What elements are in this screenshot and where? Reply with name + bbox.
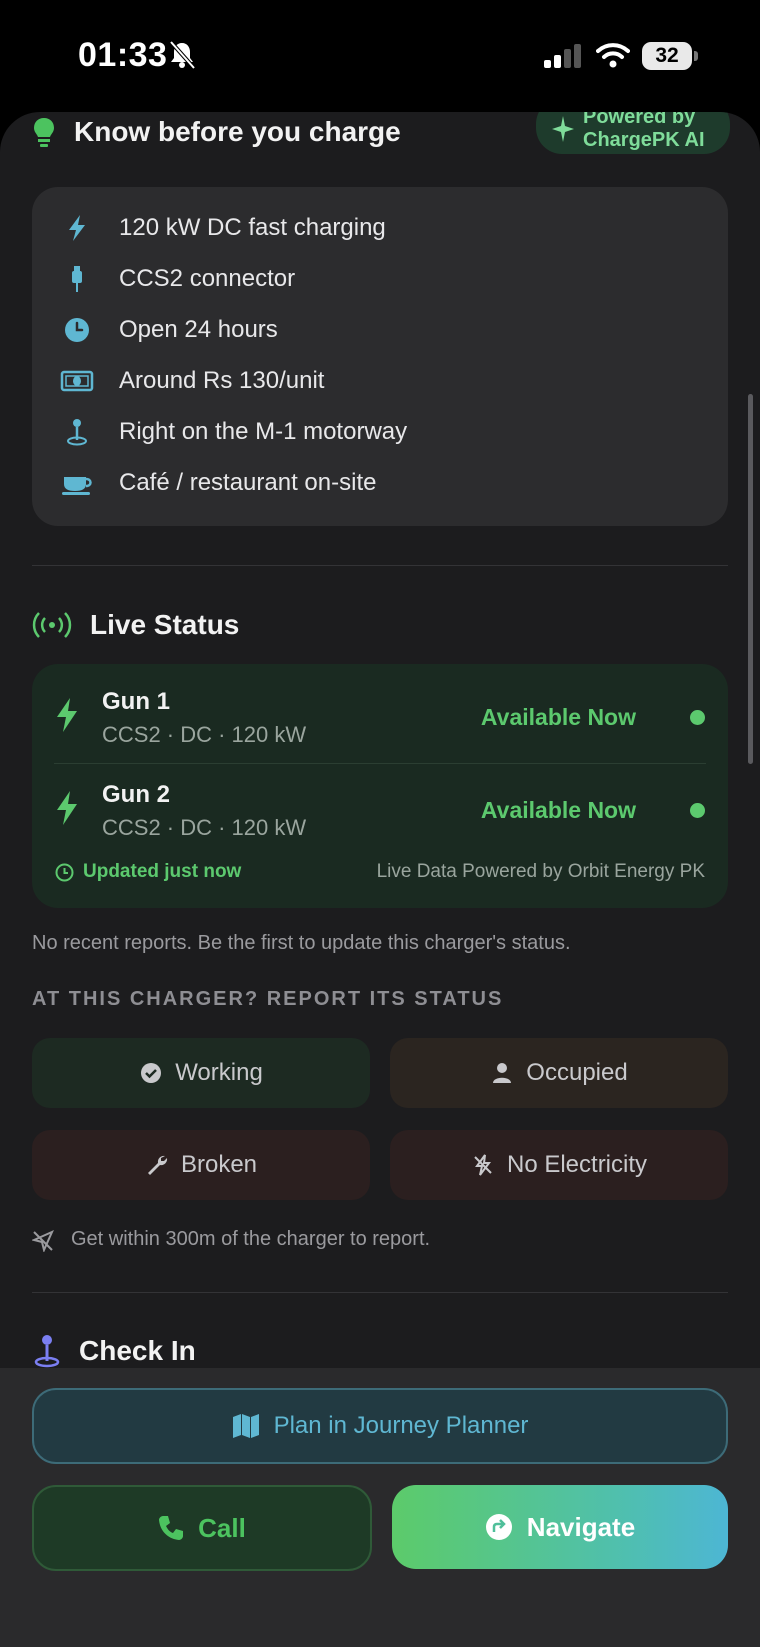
fact-text: Open 24 hours [119, 316, 278, 343]
gun-name: Gun 2 [102, 781, 171, 808]
person-icon [493, 1063, 512, 1083]
bolt-icon [69, 215, 85, 241]
location-slash-icon [32, 1230, 54, 1252]
fact-row-location: Right on the M-1 motorway [32, 412, 728, 452]
fact-text: CCS2 connector [119, 265, 296, 292]
coffee-cup-icon [62, 477, 92, 495]
clock-icon [65, 318, 89, 342]
plan-journey-button[interactable]: Plan in Journey Planner [32, 1388, 728, 1464]
lightbulb-icon [34, 118, 54, 147]
fact-row-connector: CCS2 connector [32, 259, 728, 299]
ai-badge-text: Powered by ChargePK AI [583, 112, 705, 152]
battery-tip [694, 51, 698, 61]
status-time: 01:33 [78, 36, 168, 74]
directions-icon [485, 1514, 512, 1540]
button-label: Working [175, 1059, 263, 1086]
fact-row-hours: Open 24 hours [32, 310, 728, 350]
call-button[interactable]: Call [32, 1485, 372, 1571]
gun-name: Gun 1 [102, 688, 171, 715]
battery-indicator: 32 [642, 42, 692, 70]
button-label: Plan in Journey Planner [273, 1412, 529, 1439]
sparkle-icon [552, 116, 574, 142]
bell-muted-icon [169, 40, 196, 70]
fact-text: Around Rs 130/unit [119, 367, 325, 394]
button-label: Occupied [526, 1059, 628, 1086]
fact-text: Café / restaurant on-site [119, 469, 377, 496]
section-title-live-status: Live Status [90, 609, 240, 640]
status-dot [690, 710, 705, 725]
gun-separator [54, 763, 706, 764]
bolt-icon [57, 791, 77, 825]
section-title-check-in: Check In [79, 1335, 196, 1366]
button-label: Broken [180, 1151, 258, 1178]
location-pin-icon [34, 1335, 60, 1368]
divider [32, 565, 728, 566]
fact-row-amenities: Café / restaurant on-site [32, 463, 728, 503]
gun-spec: CCS2 · DC · 120 kW [102, 815, 307, 840]
report-occupied-button[interactable]: Occupied [390, 1038, 728, 1108]
button-label: Call [198, 1512, 246, 1543]
gun-status: Available Now [480, 704, 636, 730]
broadcast-signal-icon [32, 612, 72, 638]
map-icon [232, 1414, 259, 1438]
no-reports-text: No recent reports. Be the first to updat… [32, 932, 571, 954]
proximity-note: Get within 300m of the charger to report… [71, 1228, 431, 1250]
phone-icon [159, 1516, 184, 1540]
clock-icon [55, 863, 74, 882]
bolt-slash-icon [474, 1154, 492, 1176]
updated-text: Updated just now [83, 861, 242, 882]
button-label: Navigate [526, 1511, 636, 1542]
report-broken-button[interactable]: Broken [32, 1130, 370, 1200]
plug-icon [72, 266, 82, 292]
divider [32, 1292, 728, 1293]
report-no-electricity-button[interactable]: No Electricity [390, 1130, 728, 1200]
report-heading: AT THIS CHARGER? REPORT ITS STATUS [32, 988, 504, 1010]
location-pin-icon [67, 419, 87, 446]
fact-row-power: 120 kW DC fast charging [32, 208, 728, 248]
button-label: No Electricity [506, 1151, 648, 1178]
status-bar: 01:33 32 [0, 0, 760, 110]
section-title-know-before: Know before you charge [74, 116, 401, 147]
data-source-text: Live Data Powered by Orbit Energy PK [376, 861, 705, 882]
wrench-icon [147, 1155, 168, 1175]
navigate-button[interactable]: Navigate [392, 1485, 728, 1569]
fact-text: Right on the M-1 motorway [119, 418, 408, 445]
check-circle-icon [141, 1063, 162, 1083]
charger-detail-sheet[interactable]: Know before you charge Powered by Charge… [0, 112, 760, 1647]
fact-row-price: Around Rs 130/unit [32, 361, 728, 401]
scrollbar[interactable] [748, 394, 753, 764]
cellular-signal-icon [544, 44, 581, 68]
gun-spec: CCS2 · DC · 120 kW [102, 722, 307, 747]
fact-text: 120 kW DC fast charging [119, 214, 386, 241]
ai-badge-line2: ChargePK AI [583, 129, 705, 151]
ai-badge-line1: Powered by [583, 112, 696, 128]
report-working-button[interactable]: Working [32, 1038, 370, 1108]
status-dot [690, 803, 705, 818]
banknote-icon [60, 370, 94, 392]
wifi-icon [596, 43, 630, 68]
bolt-icon [57, 698, 77, 732]
gun-status: Available Now [480, 797, 636, 823]
